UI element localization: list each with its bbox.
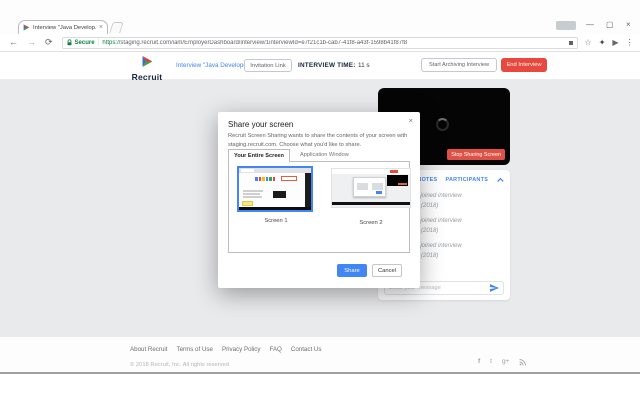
url-scheme: https:// [102, 39, 121, 46]
footer-link-contact[interactable]: Contact Us [291, 346, 322, 353]
footer-link-terms[interactable]: Terms of Use [177, 346, 213, 353]
back-icon[interactable]: ← [9, 38, 18, 47]
tab-entire-screen[interactable]: Your Entire Screen [228, 149, 290, 162]
window-maximize-icon[interactable]: ▢ [606, 20, 614, 29]
thumbnail-art [353, 177, 386, 197]
thumbnail-art [376, 191, 382, 194]
interview-time-value: 11 s [358, 62, 370, 69]
dialog-title: Share your screen [228, 120, 294, 129]
extension-icon[interactable]: ✦ [599, 38, 606, 47]
chevron-up-icon[interactable] [497, 177, 504, 183]
copyright-text: © 2018 Recruit, Inc. All rights reserved… [130, 362, 231, 368]
send-icon[interactable] [490, 284, 499, 292]
footer-link-faq[interactable]: FAQ [269, 346, 281, 353]
forward-icon[interactable]: → [27, 38, 36, 47]
recruit-logo[interactable]: Recruit [126, 54, 168, 82]
stop-sharing-button[interactable]: Stop Sharing Screen [447, 149, 505, 160]
thumbnail-art [332, 169, 410, 174]
thumbnail-art [281, 176, 297, 181]
thumbnail-art [243, 196, 262, 198]
rss-icon[interactable] [519, 359, 527, 366]
interview-time-label: INTERVIEW TIME: [298, 62, 356, 69]
browser-titlebar: Interview "Java Develop..." × — ▢ × [0, 0, 640, 34]
page-footer: About Recruit Terms of Use Privacy Polic… [0, 337, 640, 372]
thumbnail-art [273, 191, 286, 198]
extension-play-icon[interactable]: ▶ [612, 38, 618, 47]
address-bar[interactable]: Secure | https://staging.recruit.com/iam… [61, 36, 578, 49]
start-archiving-button[interactable]: Start Archiving Interview [421, 58, 497, 72]
thumbnail-art [243, 190, 263, 192]
screen-2-label: Screen 2 [359, 220, 383, 226]
tab-application-window[interactable]: Application Window [300, 152, 349, 158]
profile-chip[interactable] [556, 21, 576, 30]
url-rest: staging.recruit.com/iam/EmployerDashboar… [120, 39, 408, 46]
screen-2-thumbnail[interactable] [331, 168, 411, 208]
invitation-link-button[interactable]: Invitation Link [244, 59, 292, 72]
window-bottom-edge [0, 372, 640, 374]
end-interview-button[interactable]: End Interview [501, 58, 547, 72]
screen-picker: Screen 1 Screen 2 [228, 161, 411, 253]
recruit-logo-icon [142, 56, 152, 67]
bookmark-star-icon[interactable]: ☆ [585, 38, 592, 47]
thumbnail-art [305, 168, 311, 210]
url-text[interactable]: https://staging.recruit.com/iam/Employer… [102, 40, 407, 46]
recruit-favicon-icon [23, 24, 30, 31]
footer-links: About Recruit Terms of Use Privacy Polic… [130, 346, 321, 353]
screen-1-thumbnail[interactable] [237, 166, 313, 212]
browser-tab[interactable]: Interview "Java Develop..." × [18, 20, 108, 34]
facebook-icon[interactable]: f [478, 359, 480, 366]
dialog-description: Recruit Screen Sharing wants to share th… [228, 133, 408, 148]
thumbnail-art [398, 182, 407, 185]
omnibox-page-icon[interactable] [568, 40, 573, 45]
thumbnail-art [357, 183, 368, 190]
dialog-close-icon[interactable]: × [409, 116, 413, 125]
lock-icon [67, 39, 72, 46]
thumbnail-art [242, 201, 253, 206]
screen-1-label: Screen 1 [264, 218, 288, 224]
thumbnail-art [387, 175, 408, 186]
new-tab-button[interactable] [109, 22, 124, 33]
loading-spinner-icon [436, 118, 449, 131]
thumbnail-art [239, 168, 311, 173]
share-screen-dialog: × Share your screen Recruit Screen Shari… [218, 112, 420, 288]
interview-title-link[interactable]: Interview "Java Developer" [176, 62, 251, 69]
twitter-icon[interactable]: t [490, 359, 492, 366]
thumbnail-art [372, 183, 383, 190]
thumbnail-art [390, 170, 398, 173]
thumbnail-art [239, 206, 311, 210]
tab-participants[interactable]: PARTICIPANTS [445, 177, 488, 183]
cancel-button[interactable]: Cancel [372, 264, 402, 277]
googleplus-icon[interactable]: g+ [502, 359, 509, 366]
tab-close-icon[interactable]: × [99, 24, 103, 31]
secure-label: Secure [74, 39, 95, 46]
thumbnail-art [255, 177, 275, 181]
chrome-menu-icon[interactable]: ⋮ [626, 38, 634, 47]
browser-toolbar: ← → ⟳ Secure | https://staging.recruit.c… [0, 34, 640, 52]
thumbnail-art [332, 202, 410, 205]
omnibox-separator: | [97, 39, 100, 46]
window-close-icon[interactable]: × [626, 20, 631, 29]
thumbnail-art [241, 169, 254, 172]
window-minimize-icon[interactable]: — [586, 20, 594, 29]
refresh-icon[interactable]: ⟳ [45, 38, 53, 47]
tab-title: Interview "Java Develop..." [33, 24, 96, 31]
share-button[interactable]: Share [337, 264, 367, 277]
footer-link-about[interactable]: About Recruit [130, 346, 168, 353]
thumbnail-art [243, 193, 260, 195]
screenshot-root: Interview "Java Develop..." × — ▢ × ← → … [0, 0, 640, 400]
footer-link-privacy[interactable]: Privacy Policy [222, 346, 261, 353]
social-icons: f t g+ [478, 359, 527, 366]
